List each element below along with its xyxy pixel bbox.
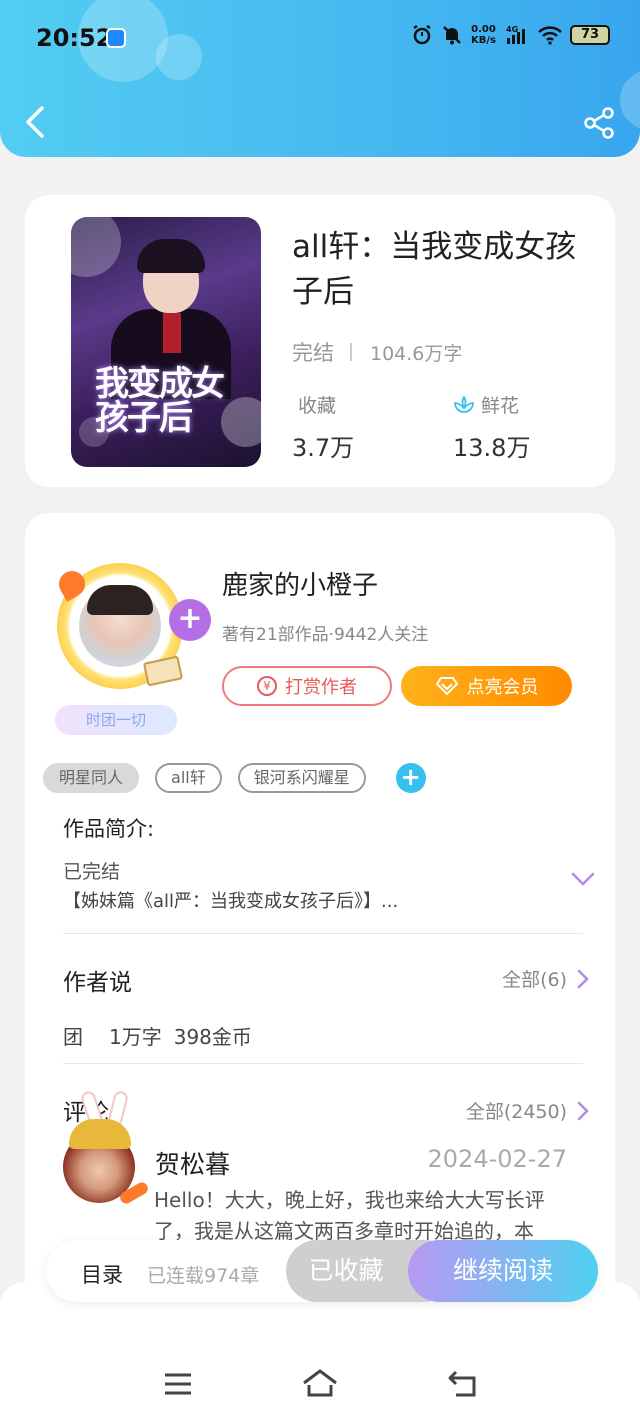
divider	[63, 933, 583, 934]
tag-item[interactable]: all轩	[155, 763, 222, 793]
share-button[interactable]	[582, 106, 616, 140]
hat-decoration	[69, 1119, 131, 1149]
favorites-value: 3.7万	[292, 434, 355, 462]
comment-date: 2024-02-27	[427, 1145, 567, 1173]
author-fan-badge: 时团一切	[55, 705, 177, 735]
book-status: 完结	[292, 341, 334, 365]
flowers-stat[interactable]: 鲜花 13.8万	[453, 391, 530, 463]
author-name[interactable]: 鹿家的小橙子	[222, 565, 378, 602]
flowers-value: 13.8万	[453, 434, 531, 462]
author-says-title: 作者说	[63, 970, 132, 996]
back-nav-icon[interactable]	[448, 1370, 478, 1398]
status-time: 20:52	[36, 24, 113, 52]
alarm-icon	[413, 24, 431, 45]
flower-icon	[454, 394, 474, 413]
divider	[63, 1063, 583, 1064]
author-avatar[interactable]: +	[53, 555, 211, 691]
cover-title-art: 我变成女孩子后	[95, 364, 225, 438]
svg-text:4G: 4G	[506, 25, 518, 34]
author-meta: 著有21部作品·9442人关注	[222, 625, 429, 645]
tag-item[interactable]: 明星同人	[43, 763, 140, 793]
diamond-icon	[435, 677, 458, 696]
chevron-right-icon	[577, 969, 589, 988]
battery-indicator: 73	[570, 25, 610, 45]
flowers-label: 鲜花	[481, 395, 520, 417]
favorites-stat: 收藏 3.7万	[292, 391, 354, 463]
tip-author-button[interactable]: ¥ 打赏作者	[222, 666, 392, 706]
menu-icon[interactable]	[164, 1372, 192, 1396]
chevron-right-icon	[577, 1101, 589, 1120]
comments-more-link[interactable]: 全部(2450)	[466, 1097, 589, 1124]
bottom-action-bar: 目录 已连载974章 已收藏 继续阅读	[46, 1240, 598, 1302]
mute-bell-icon	[443, 26, 461, 45]
system-nav-bar	[0, 1282, 640, 1422]
commenter-name[interactable]: 贺松暮	[155, 1145, 230, 1181]
tag-list: 明星同人 all轩 银河系闪耀星 +	[43, 763, 426, 793]
book-cover[interactable]: 我变成女孩子后	[71, 217, 261, 467]
intro-status: 已完结	[63, 861, 121, 883]
chevron-down-icon[interactable]	[571, 871, 595, 887]
header: 20:52 0.00 KB/s 4G 73	[0, 0, 640, 157]
intro-text[interactable]: 【姊妹篇《all严：当我变成女孩子后》】...	[63, 887, 463, 913]
signal-icon: 4G	[506, 25, 525, 44]
chapter-count: 已连载974章	[147, 1265, 260, 1287]
decor-bubble	[620, 70, 640, 130]
author-detail-card: + 时团一切 鹿家的小橙子 著有21部作品·9442人关注 ¥ 打赏作者 点亮会…	[25, 513, 615, 1313]
follow-author-button[interactable]: +	[169, 599, 211, 641]
notification-app-icon	[106, 28, 126, 48]
book-title: all轩：当我变成女孩子后	[292, 229, 577, 310]
tag-item[interactable]: 银河系闪耀星	[237, 763, 366, 793]
decor-bubble	[156, 34, 202, 80]
author-says-more-link[interactable]: 全部(6)	[502, 965, 589, 992]
add-tag-button[interactable]: +	[395, 763, 426, 793]
intro-title: 作品简介:	[63, 817, 155, 841]
author-says-item[interactable]: 团 1万字 398金币	[63, 1021, 252, 1050]
net-speed: 0.00 KB/s	[471, 24, 496, 46]
continue-reading-button[interactable]: 继续阅读	[408, 1240, 598, 1302]
status-icons: 0.00 KB/s 4G 73	[411, 24, 610, 46]
divider	[350, 343, 352, 361]
book-status-row: 完结 104.6万字	[292, 337, 462, 367]
yen-coin-icon: ¥	[257, 676, 277, 696]
book-word-count: 104.6万字	[370, 342, 463, 365]
table-of-contents-button[interactable]: 目录	[81, 1259, 123, 1289]
home-icon[interactable]	[302, 1368, 338, 1398]
vip-member-button[interactable]: 点亮会员	[401, 666, 572, 706]
wifi-icon	[538, 26, 562, 45]
favorites-label: 收藏	[298, 395, 337, 417]
book-info-card: 我变成女孩子后 all轩：当我变成女孩子后 完结 104.6万字 收藏 3.7万…	[25, 195, 615, 487]
comment-text[interactable]: Hello！大大，晚上好，我也来给大大写长评了，我是从这篇文两百多章时开始追的，…	[154, 1185, 564, 1247]
back-button[interactable]	[20, 102, 50, 142]
